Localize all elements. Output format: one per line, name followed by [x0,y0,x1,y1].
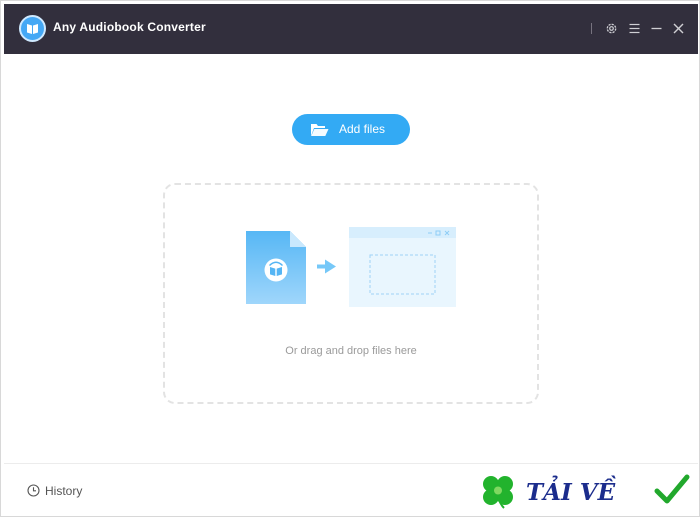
app-title: Any Audiobook Converter [53,20,206,34]
checkmark-icon [654,474,690,504]
history-label: History [45,484,83,498]
footer-divider [4,463,698,464]
arrow-right-icon [317,259,336,274]
clover-icon [483,476,513,509]
minimize-icon[interactable] [649,21,664,36]
app-logo-icon [19,15,46,42]
app-window-illustration [349,227,456,307]
watermark-logo: TẢI VỀ [483,474,690,509]
watermark-text: TẢI VỀ [526,476,617,506]
add-files-button[interactable]: Add files [292,114,410,145]
drop-hint-text: Or drag and drop files here [285,345,417,357]
add-files-label: Add files [339,122,386,136]
folder-open-icon [310,122,329,140]
titlebar-separator [591,23,592,34]
close-icon[interactable] [671,21,686,36]
audiobook-file-icon [246,231,306,304]
drag-drop-illustration [246,227,456,307]
app-window: Any Audiobook Converter Add files Or dra… [0,0,700,517]
gear-icon[interactable] [604,21,619,36]
hamburger-menu-icon[interactable] [627,21,642,36]
title-bar: Any Audiobook Converter [4,4,698,54]
clock-icon [27,484,40,497]
